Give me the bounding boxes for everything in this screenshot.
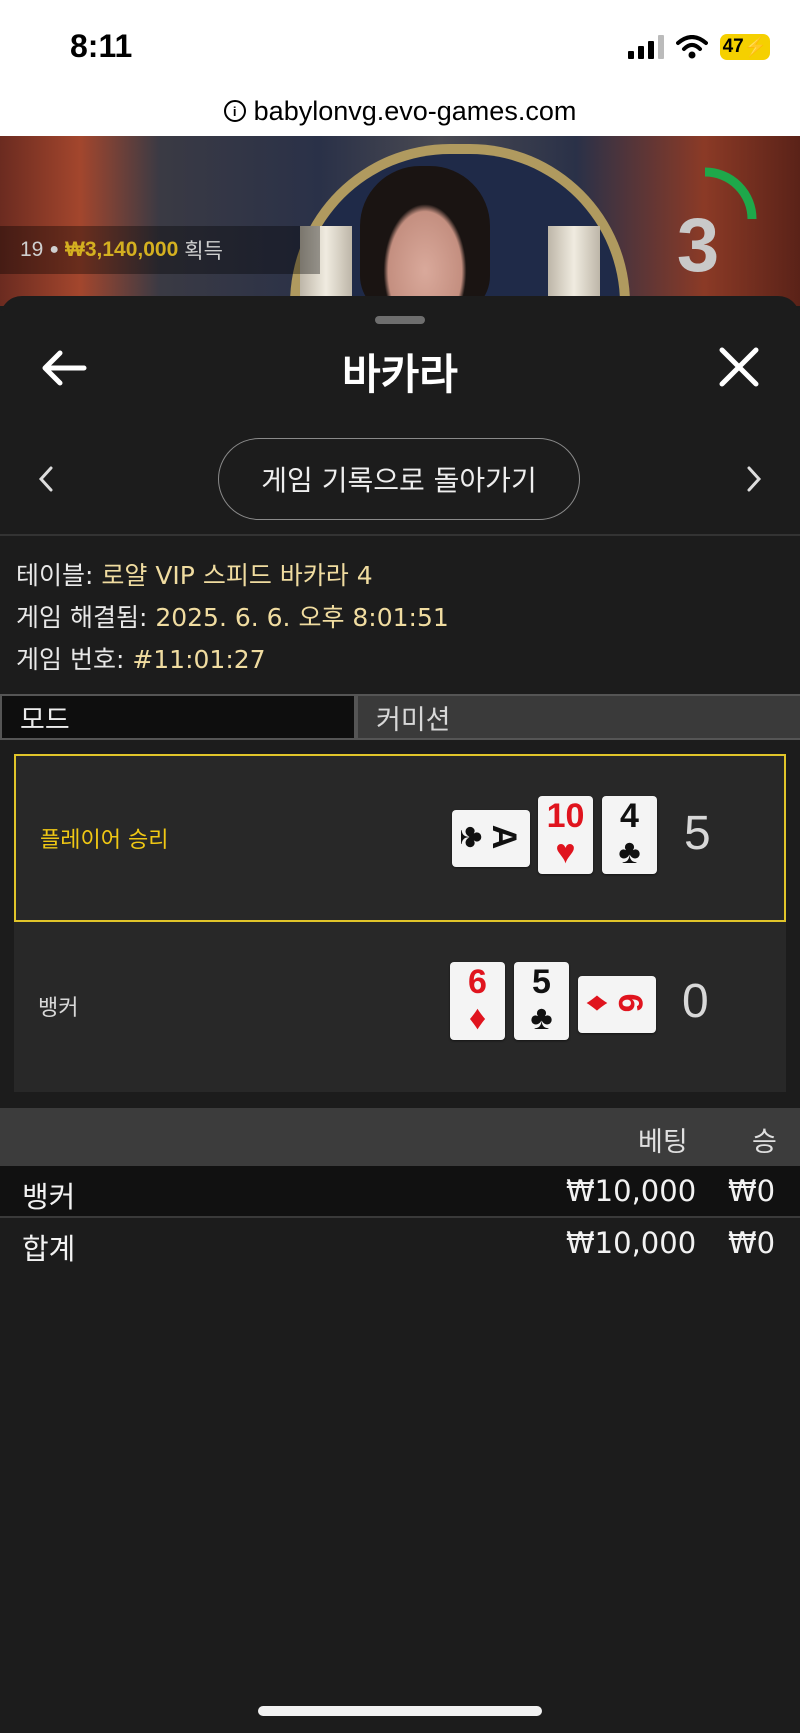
bet-win: ₩0 (728, 1174, 776, 1208)
playing-card: 5 ♣ (514, 962, 569, 1040)
player-score: 5 (684, 807, 711, 860)
return-to-history-button[interactable]: 게임 기록으로 돌아가기 (218, 438, 580, 520)
video-pillar (548, 226, 600, 306)
playing-card: 10 ♥ (538, 796, 593, 874)
status-icons: 47 ⚡ (628, 34, 770, 60)
tab-bar: 모드 커미션 (0, 694, 800, 740)
total-row: 합계 ₩10,000 ₩0 (0, 1218, 800, 1268)
home-indicator[interactable] (258, 1706, 542, 1716)
winners-amount: ₩3,140,000 (65, 238, 179, 261)
info-table-label: 테이블: (16, 561, 102, 590)
card-rank: 10 (546, 797, 585, 835)
live-video: 19 ● ₩3,140,000 획득 3 (0, 136, 800, 306)
tab-mode[interactable]: 모드 (2, 696, 354, 738)
winners-strip: 19 ● ₩3,140,000 획득 (0, 226, 320, 274)
info-number-label: 게임 번호: (16, 645, 133, 674)
card-suit: ♦ (579, 994, 617, 1012)
total-win: ₩0 (728, 1226, 776, 1260)
card-suit: ♦ (468, 999, 487, 1037)
bets-col-bet: 베팅 (638, 1127, 688, 1158)
info-resolved: 게임 해결됨: 2025. 6. 6. 오후 8:01:51 (16, 598, 449, 634)
dealer (360, 166, 490, 306)
card-rank: 4 (620, 797, 639, 835)
result-panel: 플레이어 승리 A ♣ 10 ♥ 4 ♣ 5 뱅커 6 ♦ 5 ♣ 6 ♦ 0 (14, 754, 786, 1092)
sheet-grabber[interactable] (375, 316, 425, 324)
info-number-value: #11:01:27 (132, 645, 266, 674)
info-resolved-value: 2025. 6. 6. 오후 8:01:51 (155, 603, 449, 632)
winners-suffix: 획득 (184, 240, 223, 263)
history-sheet: 바카라 게임 기록으로 돌아가기 테이블: 로얄 VIP 스피드 바카라 4 게… (0, 296, 800, 1733)
bets-header: 베팅 승 (0, 1108, 800, 1166)
total-bet: ₩10,000 (566, 1226, 697, 1260)
card-suit: ♣ (618, 833, 641, 871)
playing-card: 6 ♦ (450, 962, 505, 1040)
table-row: 뱅커 ₩10,000 ₩0 (0, 1166, 800, 1216)
winners-count: 19 (20, 238, 44, 261)
card-suit: ♣ (530, 999, 553, 1037)
banker-row: 뱅커 6 ♦ 5 ♣ 6 ♦ 0 (14, 924, 786, 1092)
battery-level: 47 (722, 36, 744, 57)
card-rank: A (485, 824, 523, 850)
sheet-title: 바카라 (342, 350, 458, 399)
card-suit: ♣ (453, 825, 491, 849)
player-result-label: 플레이어 승리 (40, 828, 169, 853)
close-icon[interactable] (718, 346, 760, 388)
player-row: 플레이어 승리 A ♣ 10 ♥ 4 ♣ 5 (14, 754, 786, 922)
battery-icon: 47 ⚡ (720, 34, 770, 60)
tab-commission[interactable]: 커미션 (358, 696, 800, 738)
playing-card: 4 ♣ (602, 796, 657, 874)
status-bar: 8:11 47 ⚡ (0, 0, 800, 96)
bet-name: 뱅커 (22, 1180, 76, 1214)
info-number: 게임 번호: #11:01:27 (16, 640, 266, 676)
url-bar[interactable]: i babylonvg.evo-games.com (0, 86, 800, 136)
bets-col-win: 승 (752, 1127, 777, 1158)
card-rank: 6 (468, 963, 487, 1001)
playing-card: 6 ♦ (578, 976, 656, 1033)
playing-card: A ♣ (452, 810, 530, 867)
status-time: 8:11 (70, 28, 133, 64)
info-resolved-label: 게임 해결됨: (16, 603, 156, 632)
info-table-value: 로얄 VIP 스피드 바카라 4 (101, 561, 373, 590)
bet-amount: ₩10,000 (566, 1174, 697, 1208)
wifi-icon (676, 35, 708, 59)
signal-icon (628, 35, 664, 59)
countdown-timer: 3 (676, 203, 720, 288)
chevron-left-icon[interactable] (36, 464, 56, 494)
banker-result-label: 뱅커 (38, 996, 79, 1021)
info-table: 테이블: 로얄 VIP 스피드 바카라 4 (16, 556, 373, 592)
card-rank: 5 (532, 963, 551, 1001)
url-text: babylonvg.evo-games.com (253, 95, 577, 126)
person-icon: ● (49, 241, 60, 258)
card-suit: ♥ (555, 833, 576, 871)
divider (0, 534, 800, 536)
chevron-right-icon[interactable] (744, 464, 764, 494)
card-rank: 6 (611, 993, 649, 1013)
banker-score: 0 (682, 975, 709, 1028)
info-icon: i (223, 100, 246, 122)
total-name: 합계 (22, 1232, 76, 1266)
